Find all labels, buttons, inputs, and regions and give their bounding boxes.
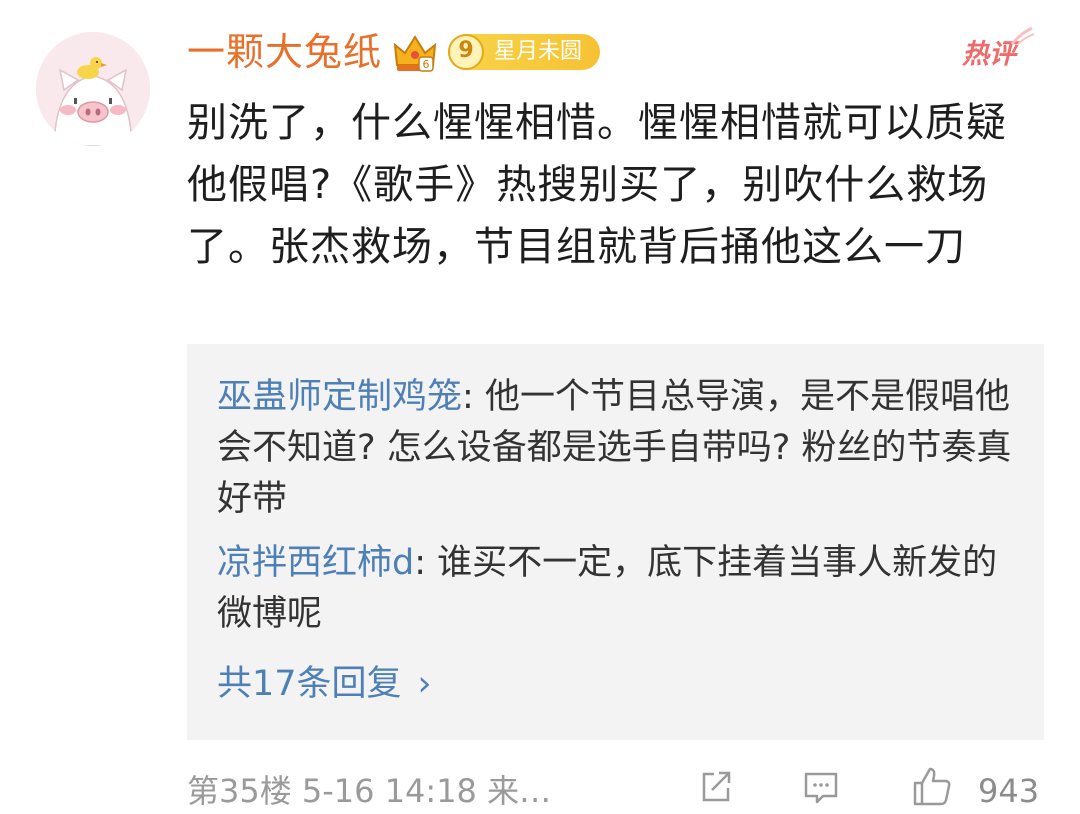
pig-avatar-image: [36, 32, 150, 146]
floor-and-time: 第35楼 5-16 14:18 来…: [187, 772, 552, 810]
reply-author[interactable]: 巫蛊师定制鸡笼: [217, 377, 462, 417]
level-badge[interactable]: 9 星月未圆: [448, 34, 600, 70]
reply-separator: :: [462, 377, 485, 417]
share-icon[interactable]: [700, 768, 732, 804]
reply-count-label: 共17条回复: [217, 664, 402, 704]
avatar[interactable]: [36, 32, 150, 146]
level-number: 9: [448, 34, 484, 70]
view-all-replies-link[interactable]: 共17条回复 ›: [217, 659, 432, 710]
reply-author[interactable]: 凉拌西红柿d: [217, 543, 414, 583]
comment-text: 别洗了，什么惺惺相惜。惺惺相惜就可以质疑他假唱?《歌手》热搜别买了，别吹什么救场…: [187, 100, 1007, 270]
hot-flame-icon: [1010, 26, 1035, 45]
svg-text:6: 6: [423, 58, 430, 71]
thumbs-up-icon[interactable]: [912, 766, 952, 806]
reply-preview-box[interactable]: 巫蛊师定制鸡笼: 他一个节目总导演，是不是假唱他会不知道? 怎么设备都是选手自带…: [187, 344, 1044, 740]
level-title: 星月未圆: [494, 39, 583, 64]
like-count: 943: [978, 772, 1040, 810]
username[interactable]: 一颗大兔纸: [187, 26, 382, 78]
comment-icon[interactable]: [803, 770, 839, 806]
chevron-right-icon: ›: [417, 664, 432, 704]
reply-item[interactable]: 巫蛊师定制鸡笼: 他一个节目总导演，是不是假唱他会不知道? 怎么设备都是选手自带…: [217, 372, 1017, 525]
vip-crown-icon[interactable]: 6: [393, 31, 437, 75]
reply-item[interactable]: 凉拌西红柿d: 谁买不一定，底下挂着当事人新发的微博呢: [217, 538, 1017, 640]
reply-separator: :: [414, 543, 438, 583]
